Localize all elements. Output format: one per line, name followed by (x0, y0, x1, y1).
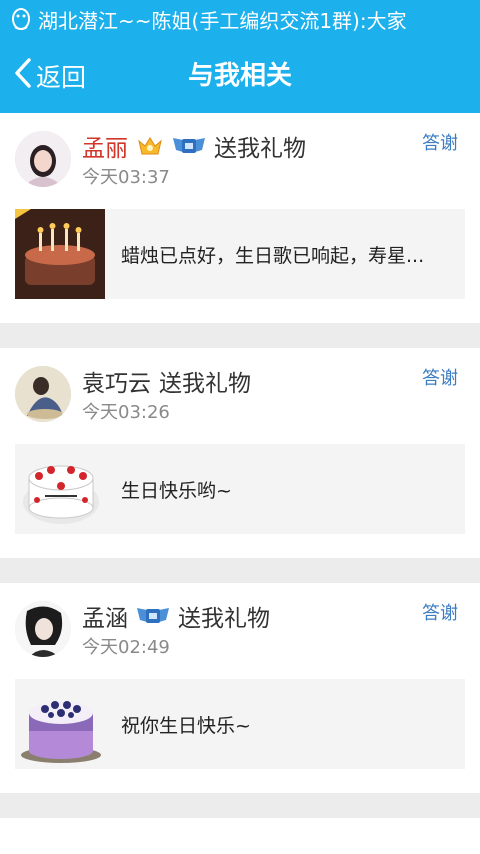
user-name[interactable]: 孟涵 (82, 599, 128, 633)
thank-button[interactable]: 答谢 (422, 129, 458, 155)
page-title: 与我相关 (187, 61, 292, 91)
birthday-cake-image (15, 444, 105, 534)
separator (0, 323, 480, 348)
avatar[interactable] (15, 366, 71, 422)
gift-card[interactable]: 蜡烛已点好，生日歌已响起，寿星... (15, 209, 465, 299)
avatar[interactable] (15, 131, 71, 187)
action-text: 送我礼物 (214, 136, 306, 162)
feed-item: 孟丽 送我礼物 今天03:37 答谢 蜡烛已点好，生日歌已响起，寿星... (0, 113, 480, 323)
gift-card[interactable]: 祝你生日快乐~ (15, 679, 465, 769)
timestamp: 今天02:49 (82, 637, 170, 658)
user-name[interactable]: 孟丽 (82, 129, 128, 163)
notification-text: 湖北潜江~~陈姐(手工编织交流1群):大家 (38, 8, 407, 33)
user-name[interactable]: 袁巧云 (82, 364, 151, 398)
vip-wings-badge-icon (172, 134, 206, 158)
separator (0, 793, 480, 818)
top-bar: 湖北潜江~~陈姐(手工编织交流1群):大家 返回 与我相关 (0, 0, 480, 113)
action-text: 送我礼物 (159, 371, 251, 397)
gift-message: 生日快乐哟~ (121, 479, 232, 502)
gift-message: 蜡烛已点好，生日歌已响起，寿星... (121, 244, 425, 267)
notification-banner[interactable]: 湖北潜江~~陈姐(手工编织交流1群):大家 (10, 4, 407, 34)
timestamp: 今天03:37 (82, 167, 170, 188)
avatar[interactable] (15, 601, 71, 657)
feed-item: 孟涵 送我礼物 今天02:49 答谢 祝你生日快乐~ (0, 583, 480, 793)
qq-penguin-icon (10, 7, 32, 31)
gift-card[interactable]: 生日快乐哟~ (15, 444, 465, 534)
feed-item-header: 孟涵 送我礼物 (82, 599, 270, 633)
timestamp: 今天03:26 (82, 402, 170, 423)
blueberry-cake-image (15, 679, 105, 769)
action-text: 送我礼物 (178, 606, 270, 632)
thank-button[interactable]: 答谢 (422, 599, 458, 625)
feed-item: 袁巧云 送我礼物 今天03:26 答谢 生日快乐哟~ (0, 348, 480, 558)
vip-wings-badge-icon (136, 604, 170, 628)
crown-badge-icon (136, 135, 164, 157)
feed-item-header: 袁巧云 送我礼物 (82, 364, 251, 398)
activity-feed: 孟丽 送我礼物 今天03:37 答谢 蜡烛已点好，生日歌已响起，寿星... 袁巧… (0, 113, 480, 818)
gift-message: 祝你生日快乐~ (121, 714, 251, 737)
birthday-cake-candles-image (15, 209, 105, 299)
separator (0, 558, 480, 583)
feed-item-header: 孟丽 送我礼物 (82, 129, 306, 163)
thank-button[interactable]: 答谢 (422, 364, 458, 390)
